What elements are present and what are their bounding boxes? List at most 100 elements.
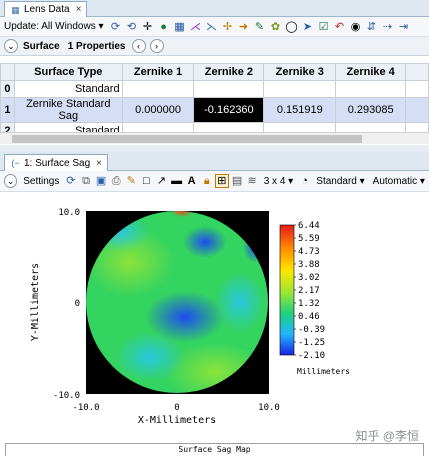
lens-icon: ▦ — [11, 4, 20, 15]
colorbar-tick-label: 3.02 — [298, 273, 320, 283]
update-dropdown[interactable]: Update: All Windows ▾ — [0, 21, 108, 32]
settings-button[interactable]: Settings — [19, 176, 63, 187]
zernike-cell[interactable]: 0.151919 — [263, 97, 337, 123]
column-header[interactable]: Zernike 1 — [121, 63, 195, 81]
lens-data-toolbar: Update: All Windows ▾ ⟳ ⟲ ✛ ● ▦ ⋌ ⋋ ✢ ➜ … — [0, 17, 429, 37]
colorbar — [279, 224, 295, 356]
standard-dropdown[interactable]: Standard ▾ — [312, 176, 368, 187]
refresh-icon[interactable]: ⟳ — [64, 174, 77, 188]
zernike-cell[interactable] — [335, 80, 407, 98]
column-header[interactable]: Zernike 4 — [335, 63, 407, 81]
column-header[interactable]: Surface Type — [13, 63, 123, 81]
wrench-icon[interactable]: ✎ — [253, 20, 267, 34]
surface-type-cell[interactable]: Zernike Standard Sag — [13, 97, 123, 123]
table-header-row: Surface Type Zernike 1 Zernike 2 Zernike… — [0, 63, 429, 81]
colorbar-tick-label: -0.39 — [298, 325, 325, 335]
zernike-cell[interactable] — [263, 80, 337, 98]
panel-divider[interactable] — [0, 145, 429, 152]
forward-icon[interactable]: ⇥ — [397, 20, 411, 34]
colorbar-tick-label: 6.44 — [298, 221, 320, 231]
zernike-cell[interactable]: 0.293085 — [335, 97, 407, 123]
refresh-icon[interactable]: ⟳ — [109, 20, 123, 34]
settings-icon[interactable]: ✿ — [269, 20, 283, 34]
copy-icon[interactable]: ⧉ — [79, 174, 92, 188]
refresh-all-icon[interactable]: ⟲ — [125, 20, 139, 34]
surface-properties-bar: ⌄ Surface 1 Properties ‹ › — [0, 37, 429, 56]
surface-label: Surface — [23, 40, 60, 52]
undo-icon[interactable]: ↶ — [333, 20, 347, 34]
grid-icon[interactable]: ▦ — [173, 20, 187, 34]
text-icon[interactable]: A — [185, 174, 198, 188]
sort-icon[interactable]: ⇵ — [365, 20, 379, 34]
properties-label: 1 Properties — [67, 40, 126, 52]
arrow-icon[interactable]: ➜ — [237, 20, 251, 34]
layers-icon[interactable]: ≋ — [246, 174, 259, 188]
solve-icon[interactable]: ✢ — [221, 20, 235, 34]
y-tick-label: 0 — [75, 299, 80, 309]
zernike-cell-editing[interactable]: -0.162360 — [193, 97, 265, 123]
colorbar-tick-label: 2.17 — [298, 286, 320, 296]
pencil-icon[interactable]: ✎ — [125, 174, 138, 188]
colorbar-unit-label: Millimeters — [297, 367, 350, 376]
colorbar-tick-label: -2.10 — [298, 351, 325, 361]
tab-surface-sag-label: 1: Surface Sag — [24, 157, 91, 169]
overflow-cell — [405, 97, 429, 123]
colorbar-tick-label: 5.59 — [298, 234, 320, 244]
surface-sag-tabbar: (− 1: Surface Sag × — [0, 152, 429, 171]
row-number: 0 — [0, 80, 15, 98]
surface-sag-plot: 10.0 0 -10.0 -10.0 0 10.0 X-Millimeters … — [0, 192, 429, 444]
pointer-icon[interactable]: ➤ — [301, 20, 315, 34]
window-icon[interactable]: ▤ — [231, 174, 244, 188]
column-header[interactable]: Zernike 2 — [193, 63, 265, 81]
rectangle-icon[interactable]: □ — [140, 174, 153, 188]
chevron-down-icon[interactable]: ⌄ — [4, 39, 18, 53]
tab-lens-data[interactable]: ▦ Lens Data × — [4, 1, 88, 17]
table-row[interactable]: 1 Zernike Standard Sag 0.000000 -0.16236… — [0, 97, 429, 123]
scrollbar-thumb[interactable] — [12, 135, 362, 143]
watermark-text: 知乎 @李恒 — [355, 429, 419, 443]
layout-dropdown[interactable]: 3 x 4 ▾ — [260, 176, 297, 187]
chevron-right-icon[interactable]: › — [149, 39, 164, 53]
y-tick-label: 10.0 — [58, 208, 80, 218]
column-header-overflow — [405, 63, 429, 81]
y-tick-label: -10.0 — [53, 391, 80, 401]
sag-map-svg: 10.0 0 -10.0 -10.0 0 10.0 X-Millimeters … — [30, 208, 350, 426]
merge-icon[interactable]: ⋋ — [205, 20, 219, 34]
zernike-cell[interactable]: 0.000000 — [121, 97, 195, 123]
horizontal-scrollbar[interactable] — [0, 132, 429, 144]
crosshair-icon[interactable]: ✛ — [141, 20, 155, 34]
x-tick-label: 10.0 — [258, 403, 280, 413]
lock-icon[interactable]: 🔒︎ — [200, 174, 213, 188]
plot-title: Surface Sag Map — [5, 443, 424, 456]
next-icon[interactable]: ⇢ — [381, 20, 395, 34]
grid-view-icon[interactable]: ⊞ — [215, 174, 229, 188]
chevron-down-icon[interactable]: ⌄ — [4, 174, 18, 188]
line-icon[interactable]: ↗ — [155, 174, 168, 188]
colorbar-tick-label: 4.73 — [298, 247, 320, 257]
x-axis-label: X-Millimeters — [138, 415, 216, 426]
zernike-cell[interactable] — [193, 80, 265, 98]
colorbar-tick-label: 1.32 — [298, 299, 320, 309]
automatic-dropdown[interactable]: Automatic ▾ — [369, 176, 429, 187]
print-icon[interactable]: ⎙ — [110, 174, 123, 188]
globe-icon[interactable]: ● — [157, 20, 171, 34]
plot-toolbar: ⌄ Settings ⟳ ⧉ ▣ ⎙ ✎ □ ↗ ▬ A 🔒︎ ⊞ ▤ ≋ 3 … — [0, 171, 429, 192]
hline-icon[interactable]: ▬ — [170, 174, 183, 188]
colorbar-tick-label: 0.46 — [298, 312, 320, 322]
clock-icon[interactable]: ◔ — [298, 174, 311, 188]
toggle-icon[interactable]: ◉ — [349, 20, 363, 34]
row-number: 1 — [0, 97, 15, 123]
x-tick-label: -10.0 — [72, 403, 99, 413]
check-icon[interactable]: ☑ — [317, 20, 331, 34]
column-header[interactable]: Zernike 3 — [263, 63, 337, 81]
zernike-cell[interactable] — [121, 80, 195, 98]
split-icon[interactable]: ⋌ — [189, 20, 203, 34]
surface-type-cell[interactable]: Standard — [13, 80, 123, 98]
tab-surface-sag[interactable]: (− 1: Surface Sag × — [4, 154, 108, 171]
table-row[interactable]: 0 Standard — [0, 80, 429, 98]
close-icon[interactable]: × — [76, 4, 82, 15]
close-icon[interactable]: × — [96, 158, 102, 169]
save-icon[interactable]: ▣ — [95, 174, 108, 188]
chevron-left-icon[interactable]: ‹ — [131, 39, 146, 53]
circle-icon[interactable]: ◯ — [285, 20, 299, 34]
